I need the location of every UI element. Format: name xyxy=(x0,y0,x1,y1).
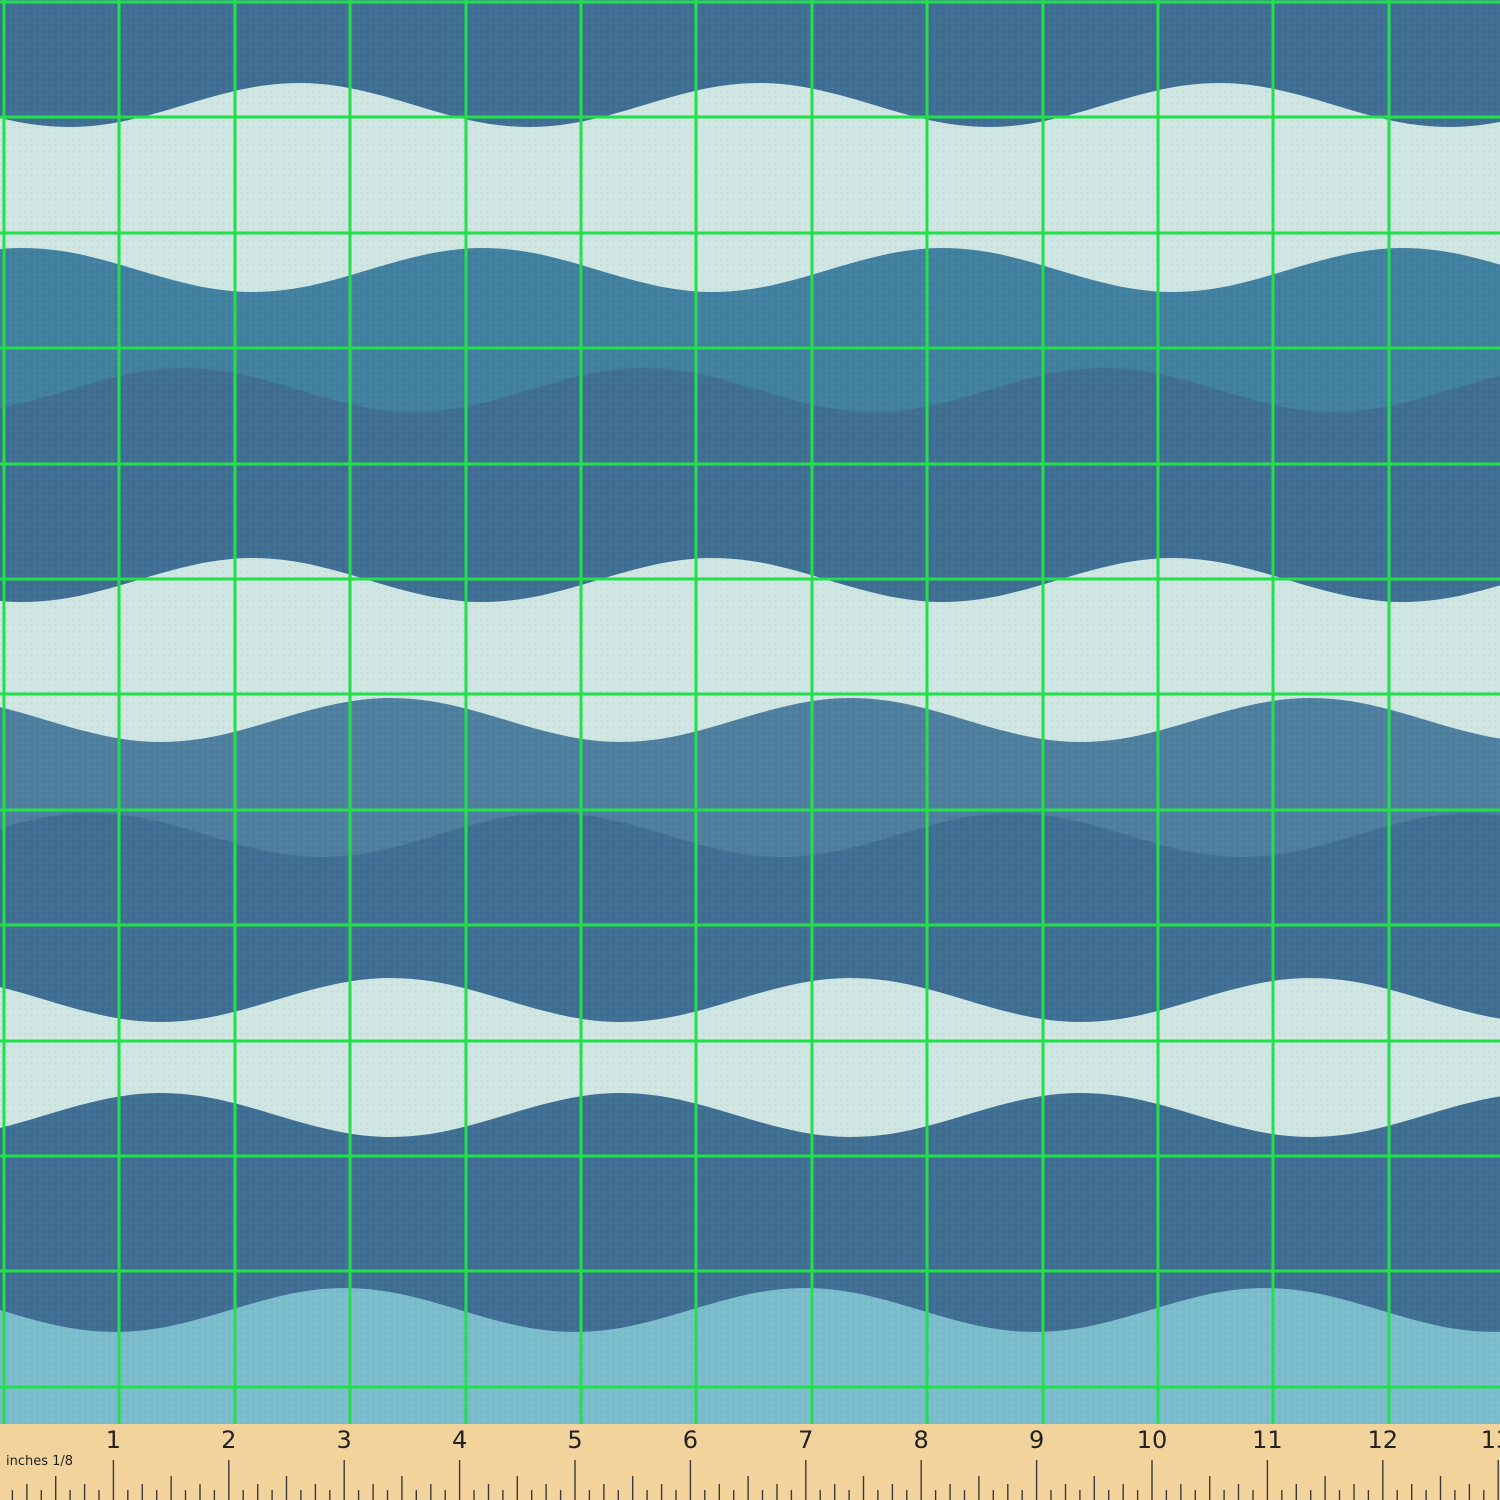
measuring-ruler: 12345678910111213 inches 1/8 xyxy=(0,1424,1500,1500)
ruler-label-6: 6 xyxy=(682,1426,699,1454)
canvas-texture xyxy=(0,0,1500,1430)
ruler-label-9: 9 xyxy=(1028,1426,1045,1454)
ruler-label-10: 10 xyxy=(1136,1426,1168,1454)
ruler-label-13: 13 xyxy=(1480,1426,1500,1454)
ruler-label-3: 3 xyxy=(336,1426,352,1454)
wave-pattern-fabric xyxy=(0,0,1500,1430)
ruler-label-12: 12 xyxy=(1367,1426,1399,1454)
ruler-label-11: 11 xyxy=(1252,1426,1283,1454)
fabric-swatch-view: 12345678910111213 inches 1/8 xyxy=(0,0,1500,1500)
ruler-units-label: inches 1/8 xyxy=(6,1454,74,1469)
ruler-label-7: 7 xyxy=(798,1426,814,1454)
ruler-label-8: 8 xyxy=(913,1426,929,1454)
ruler-label-2: 2 xyxy=(221,1426,237,1454)
ruler-label-1: 1 xyxy=(105,1426,122,1454)
ruler-label-5: 5 xyxy=(567,1426,583,1454)
ruler-label-4: 4 xyxy=(451,1426,468,1454)
